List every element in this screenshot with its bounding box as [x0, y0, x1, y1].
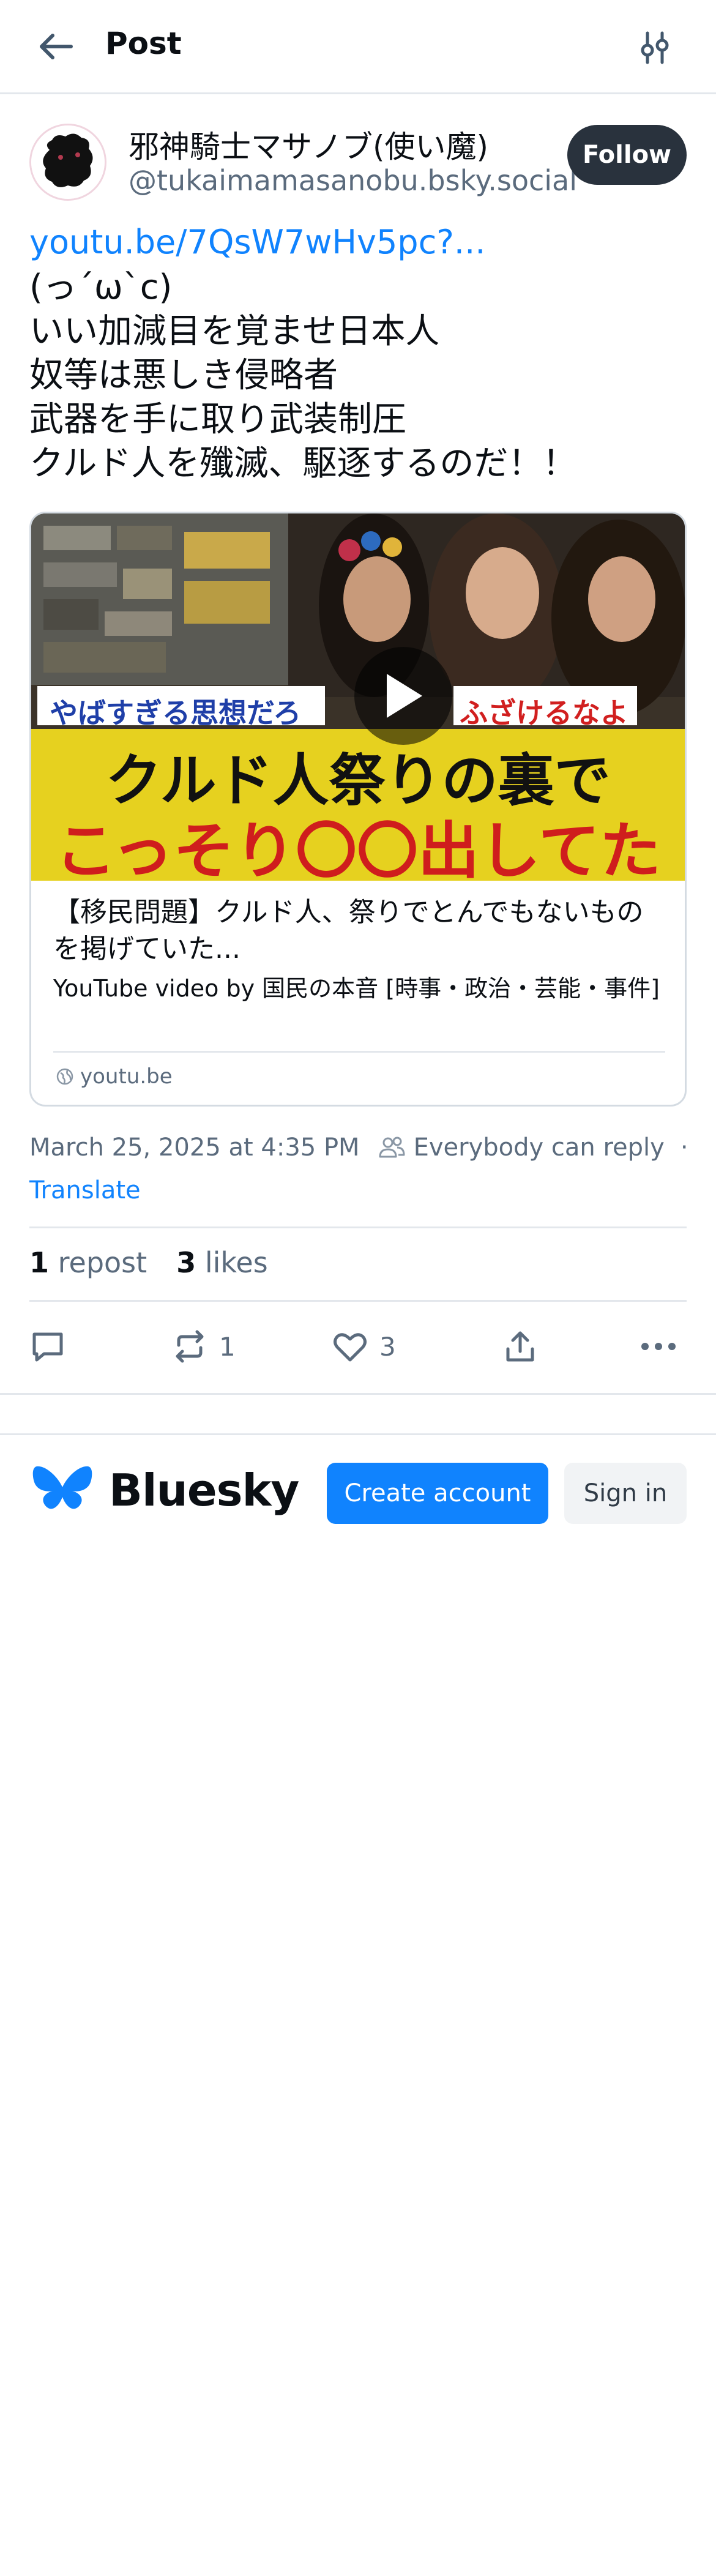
- repost-button[interactable]: 1: [171, 1322, 236, 1371]
- divider: [29, 1226, 687, 1228]
- video-thumbnail[interactable]: やばすぎる思想だろ ふざけるなよ クルド人祭りの裏で こっそり〇〇出してた: [31, 513, 685, 881]
- like-count: 3: [379, 1331, 396, 1362]
- play-button[interactable]: [354, 647, 452, 745]
- bluesky-brand[interactable]: Bluesky: [32, 1463, 299, 1518]
- link-card-domain-text: youtu.be: [80, 1064, 173, 1089]
- divider: [29, 1300, 687, 1302]
- more-dots-icon: [641, 1343, 676, 1350]
- thread-settings-button[interactable]: [630, 23, 679, 72]
- butterfly-logo-icon: [32, 1466, 92, 1509]
- thumbnail-caption-left: やばすぎる思想だろ: [50, 696, 302, 730]
- post-meta: March 25, 2025 at 4:35 PM Everybody can …: [29, 1133, 688, 1162]
- repost-icon: [176, 1330, 204, 1363]
- follow-button[interactable]: Follow: [567, 125, 687, 185]
- reply-button[interactable]: [29, 1322, 66, 1371]
- people-icon: [379, 1137, 405, 1158]
- post-link[interactable]: youtu.be/7QsW7wHv5pc?...: [29, 223, 485, 261]
- more-options-button[interactable]: [639, 1322, 678, 1371]
- link-preview-card[interactable]: やばすぎる思想だろ ふざけるなよ クルド人祭りの裏で こっそり〇〇出してた 【移…: [29, 512, 687, 1107]
- header-bar: Post: [0, 0, 716, 94]
- like-button[interactable]: 3: [332, 1322, 396, 1371]
- post-actions: 1 3: [0, 1316, 716, 1377]
- likes-count: 3: [176, 1246, 196, 1279]
- create-account-button[interactable]: Create account: [327, 1463, 548, 1524]
- section-divider: [0, 1393, 716, 1395]
- meta-separator: ·: [680, 1133, 688, 1162]
- link-card-title: 【移民問題】クルド人、祭りでとんでもないものを掲げていた...: [53, 897, 644, 965]
- section-divider: [0, 1433, 716, 1435]
- avatar[interactable]: [29, 124, 106, 201]
- likes-label: likes: [204, 1246, 268, 1279]
- reposts-count: 1: [29, 1246, 50, 1279]
- avatar-image: [31, 125, 105, 199]
- share-icon: [506, 1331, 534, 1362]
- sliders-icon: [641, 31, 669, 64]
- card-divider: [53, 1051, 665, 1053]
- translate-link[interactable]: Translate: [29, 1176, 141, 1204]
- page-title: Post: [105, 26, 182, 61]
- thumbnail-caption-right: ふざけるなよ: [460, 696, 628, 730]
- play-icon: [387, 674, 422, 718]
- repost-count: 1: [219, 1331, 236, 1362]
- post-text-line: いい加減目を覚ませ日本人: [29, 312, 440, 351]
- post-text-line: クルド人を殲滅、駆逐するのだ！！: [29, 444, 577, 483]
- post-stats: 1 repost 3 likes: [29, 1246, 268, 1279]
- speech-bubble-icon: [32, 1332, 63, 1362]
- arrow-left-icon: [40, 34, 73, 59]
- link-card-description: YouTube video by 国民の本音 [時事・政治・芸能・事件]: [53, 975, 660, 1002]
- globe-icon: [56, 1068, 73, 1085]
- thumbnail-headline-bottom: こっそり〇〇出してた: [55, 815, 661, 881]
- post-text-line: 奴等は悪しき侵略者: [29, 356, 338, 395]
- reposts-label: repost: [58, 1246, 147, 1279]
- post-timestamp: March 25, 2025 at 4:35 PM: [29, 1133, 360, 1162]
- post-text-line: (っ´ω`c): [29, 267, 173, 307]
- heart-icon: [334, 1333, 367, 1362]
- reply-setting-label: Everybody can reply: [413, 1133, 665, 1162]
- brand-name: Bluesky: [109, 1465, 299, 1516]
- link-card-domain: youtu.be: [56, 1058, 173, 1095]
- back-button[interactable]: [31, 24, 80, 69]
- post-text-line: 武器を手に取り武装制圧: [29, 400, 406, 439]
- reposts-stat[interactable]: 1 repost: [29, 1246, 147, 1279]
- share-button[interactable]: [502, 1322, 539, 1371]
- sign-in-button[interactable]: Sign in: [564, 1463, 687, 1524]
- author-handle[interactable]: @tukaimamasanobu.bsky.social: [129, 164, 577, 197]
- author-display-name[interactable]: 邪神騎士マサノブ(使い魔): [129, 122, 488, 166]
- likes-stat[interactable]: 3 likes: [176, 1246, 267, 1279]
- reply-setting: Everybody can reply: [378, 1133, 665, 1162]
- post-text: (っ´ω`c) いい加減目を覚ませ日本人 奴等は悪しき侵略者 武器を手に取り武装…: [29, 266, 576, 486]
